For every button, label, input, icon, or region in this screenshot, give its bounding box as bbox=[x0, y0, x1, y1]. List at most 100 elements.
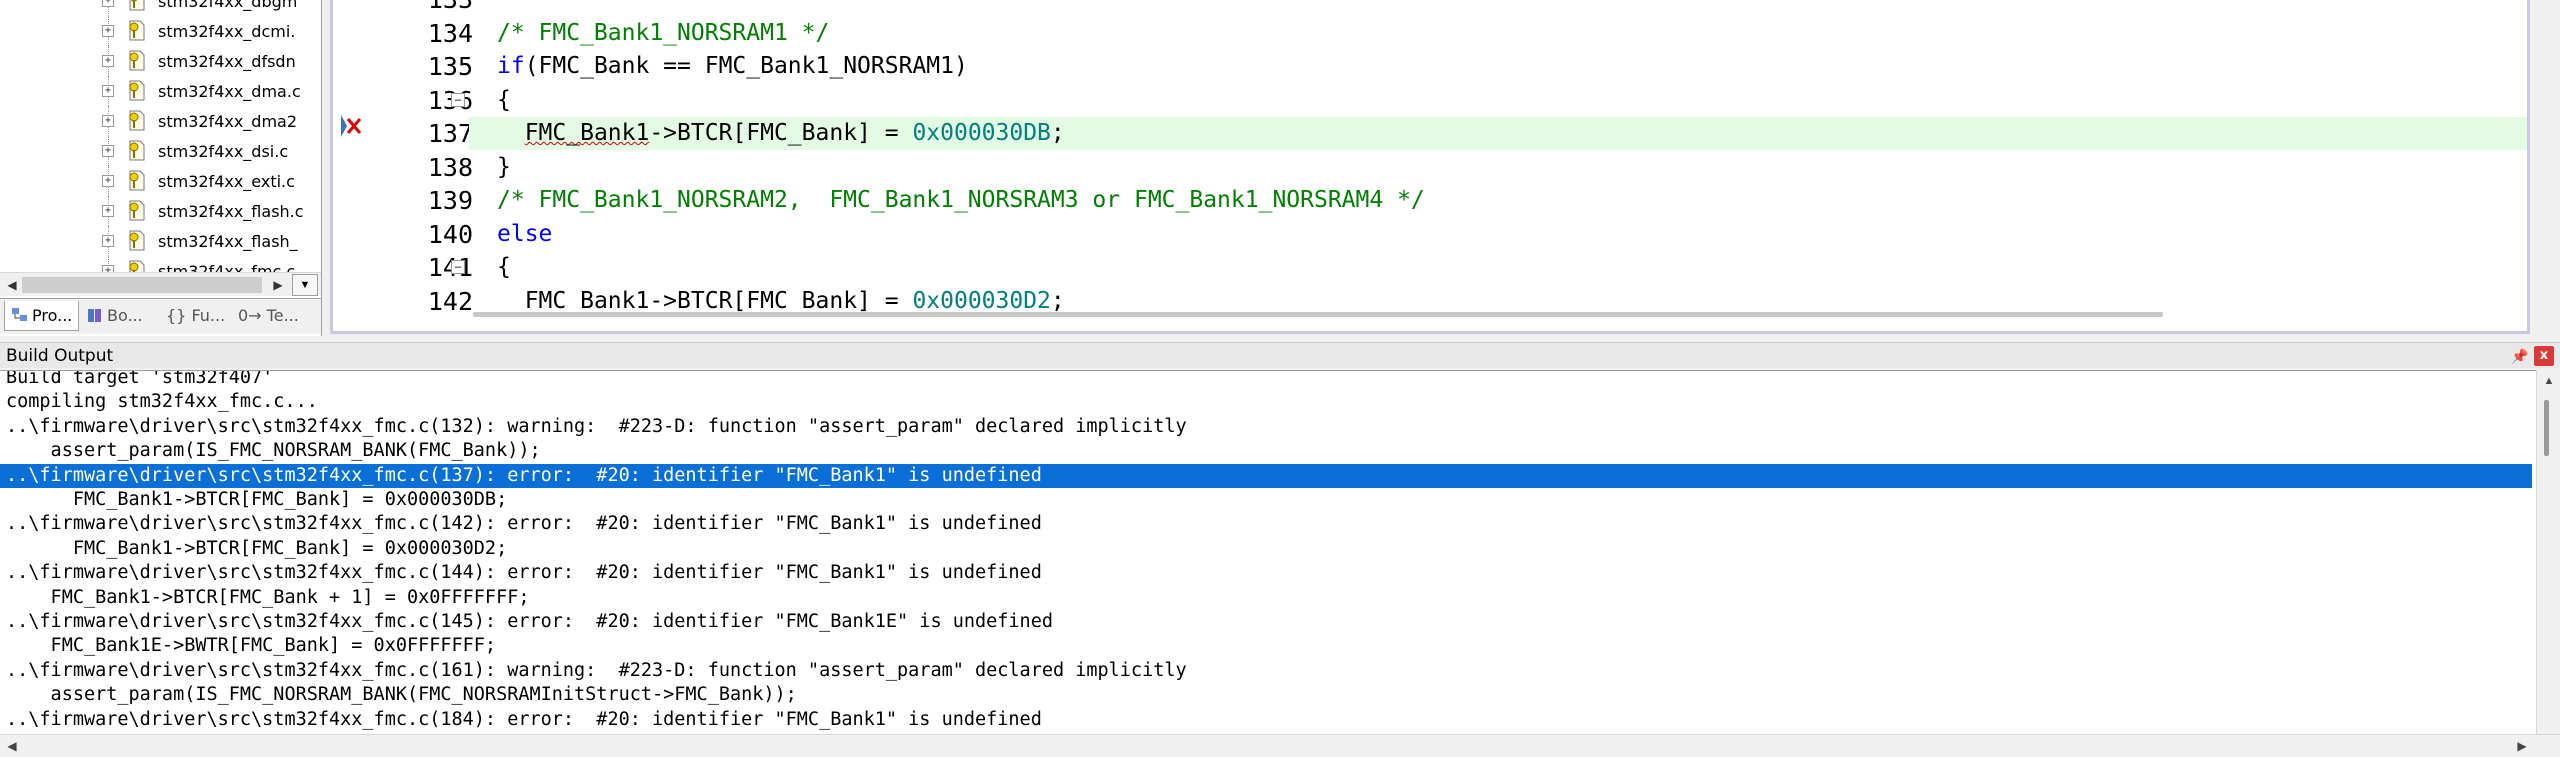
output-line[interactable]: FMC_Bank1->BTCR[FMC_Bank] = 0x000030DB; bbox=[0, 488, 2532, 512]
project-panel: + stm32f4xx_dbgm + stm32f4xx_dcmi. + stm32f4x… bbox=[0, 0, 322, 336]
selected-output-line[interactable]: ..\firmware\driver\src\stm32f4xx_fmc.c(1… bbox=[0, 463, 2532, 488]
code-token: { bbox=[497, 86, 511, 113]
code-text: /* FMC_Bank1_NORSRAM1 */ bbox=[469, 17, 2527, 50]
code-line[interactable]: 141−{ bbox=[333, 251, 2527, 284]
output-line[interactable]: compiling stm32f4xx_fmc.c... bbox=[0, 390, 2532, 414]
output-line[interactable]: FMC_Bank1->BTCR[FMC_Bank] = 0x000030D2; bbox=[0, 537, 2532, 561]
code-line[interactable]: 137 FMC_Bank1->BTCR[FMC_Bank] = 0x000030… bbox=[333, 117, 2527, 150]
tree-horizontal-scrollbar[interactable]: ◀ ▶ ▼ bbox=[0, 272, 321, 296]
code-text: else bbox=[469, 218, 2527, 251]
panel-tab-templates[interactable]: 0→ Te... bbox=[232, 301, 305, 331]
expand-icon[interactable]: + bbox=[102, 235, 114, 247]
line-number: 142 bbox=[427, 286, 473, 316]
code-text: } bbox=[469, 151, 2527, 184]
fold-collapse-icon[interactable]: − bbox=[451, 260, 465, 274]
code-line[interactable]: 139 /* FMC_Bank1_NORSRAM2, FMC_Bank1_NORS… bbox=[333, 184, 2527, 217]
code-token: FMC_Bank1 bbox=[524, 120, 650, 146]
expand-icon[interactable]: + bbox=[102, 175, 114, 187]
expand-icon[interactable]: + bbox=[102, 265, 114, 272]
tree-item[interactable]: + stm32f4xx_flash.c bbox=[0, 196, 321, 226]
code-token: { bbox=[497, 254, 511, 280]
code-token: if bbox=[497, 53, 525, 79]
scrollbar-thumb[interactable] bbox=[22, 277, 262, 293]
output-vertical-scrollbar[interactable]: ▲ bbox=[2536, 370, 2560, 734]
scrollbar-thumb[interactable] bbox=[473, 312, 2163, 317]
line-number: 134 bbox=[427, 18, 473, 48]
panel-tab-books[interactable]: Bo... bbox=[80, 301, 149, 331]
scroll-left-icon[interactable]: ◀ bbox=[2, 275, 22, 295]
tree-item[interactable]: + stm32f4xx_dcmi. bbox=[0, 16, 321, 46]
code-line[interactable]: 134 /* FMC_Bank1_NORSRAM1 */ bbox=[333, 17, 2527, 50]
tree-item[interactable]: + stm32f4xx_dma2 bbox=[0, 106, 321, 136]
output-line[interactable]: ..\firmware\driver\src\stm32f4xx_fmc.c(1… bbox=[0, 610, 2532, 634]
panel-tab-label: Bo... bbox=[107, 306, 143, 325]
panel-tab-functions[interactable]: {} Fu... bbox=[160, 301, 231, 331]
code-text: if(FMC_Bank == FMC_Bank1_NORSRAM1) bbox=[469, 50, 2527, 83]
output-line[interactable]: assert_param(IS_FMC_NORSRAM_BANK(FMC_Ban… bbox=[0, 439, 2532, 463]
code-text: { bbox=[469, 251, 2527, 284]
chevron-down-icon[interactable]: ▼ bbox=[292, 274, 318, 296]
output-line[interactable]: ..\firmware\driver\src\stm32f4xx_fmc.c(1… bbox=[0, 561, 2532, 585]
books-icon bbox=[88, 309, 101, 322]
output-horizontal-scrollbar[interactable]: ◀ ▶ bbox=[0, 734, 2560, 757]
scroll-up-icon[interactable]: ▲ bbox=[2539, 372, 2559, 390]
close-icon[interactable]: x bbox=[2534, 346, 2554, 366]
expand-icon[interactable]: + bbox=[102, 205, 114, 217]
tree-item[interactable]: + stm32f4xx_dma.c bbox=[0, 76, 321, 106]
code-line[interactable]: 138} bbox=[333, 151, 2527, 184]
output-line[interactable]: ..\firmware\driver\src\stm32f4xx_fmc.c(1… bbox=[0, 415, 2532, 439]
c-file-icon bbox=[129, 110, 145, 131]
scrollbar-thumb[interactable] bbox=[2544, 400, 2549, 456]
tree-item-label: stm32f4xx_fmc.c bbox=[158, 262, 296, 272]
error-marker-icon bbox=[341, 115, 362, 137]
pin-icon[interactable]: 📌 bbox=[2510, 346, 2530, 366]
c-file-icon bbox=[129, 0, 145, 11]
panel-tab-project[interactable]: Pro... bbox=[4, 301, 80, 331]
expand-icon[interactable]: + bbox=[102, 85, 114, 97]
output-line[interactable]: ..\firmware\driver\src\stm32f4xx_fmc.c(1… bbox=[0, 659, 2532, 683]
tree-item-label: stm32f4xx_dma.c bbox=[158, 82, 301, 101]
tree-item[interactable]: + stm32f4xx_dsi.c bbox=[0, 136, 321, 166]
build-output-log[interactable]: Build target 'stm32f407' compiling stm32f… bbox=[0, 370, 2560, 734]
panel-tab-label: {} Fu... bbox=[166, 306, 226, 325]
expand-icon[interactable]: + bbox=[102, 0, 114, 7]
output-line[interactable]: FMC_Bank1E->BWTR[FMC_Bank] = 0x0FFFFFFF; bbox=[0, 634, 2532, 658]
tree-item[interactable]: + stm32f4xx_dfsdn bbox=[0, 46, 321, 76]
tree-item[interactable]: + stm32f4xx_dbgm bbox=[0, 0, 321, 16]
panel-tab-label: 0→ Te... bbox=[238, 306, 299, 325]
scroll-right-icon[interactable]: ▶ bbox=[268, 275, 288, 295]
code-text: { bbox=[469, 84, 2527, 117]
code-line[interactable]: 135 if(FMC_Bank == FMC_Bank1_NORSRAM1) bbox=[333, 50, 2527, 83]
line-number: 137 bbox=[427, 119, 473, 148]
expand-icon[interactable]: + bbox=[102, 25, 114, 37]
code-editor[interactable]: 133134/* FMC_Bank1_NORSRAM1 */135if(FMC_… bbox=[330, 0, 2530, 334]
output-line[interactable]: Build target 'stm32f407' bbox=[0, 371, 2532, 390]
expand-icon[interactable]: + bbox=[102, 115, 114, 127]
code-token: 0x000030DB bbox=[912, 120, 1051, 146]
code-token: else bbox=[497, 220, 553, 247]
output-line[interactable]: ..\firmware\driver\src\stm32f4xx_fmc.c(1… bbox=[0, 512, 2532, 536]
code-line[interactable]: 133 bbox=[333, 0, 2527, 16]
code-line[interactable]: 140 else bbox=[333, 218, 2527, 251]
tree-item-label: stm32f4xx_dsi.c bbox=[158, 142, 289, 161]
output-line[interactable]: assert_param(IS_FMC_NORSRAM_BANK(FMC_NOR… bbox=[0, 683, 2532, 707]
code-line[interactable]: 136−{ bbox=[333, 84, 2527, 117]
line-number: 133 bbox=[353, 0, 473, 16]
code-token: /* FMC_Bank1_NORSRAM2, FMC_Bank1_NORSRAM… bbox=[497, 187, 1425, 213]
expand-icon[interactable]: + bbox=[102, 145, 114, 157]
fold-collapse-icon[interactable]: − bbox=[451, 92, 465, 107]
tree-item[interactable]: + stm32f4xx_exti.c bbox=[0, 166, 321, 196]
expand-icon[interactable]: + bbox=[102, 55, 114, 67]
code-token: (FMC_Bank == FMC_Bank1_NORSRAM1) bbox=[524, 53, 968, 79]
tree-item-label: stm32f4xx_dcmi. bbox=[158, 22, 296, 41]
scroll-left-icon[interactable]: ◀ bbox=[2, 736, 22, 756]
tree-item[interactable]: + stm32f4xx_flash_ bbox=[0, 226, 321, 256]
output-line[interactable]: ..\firmware\driver\src\stm32f4xx_fmc.c(1… bbox=[0, 708, 2532, 732]
editor-horizontal-scrollbar[interactable] bbox=[473, 302, 2527, 328]
tree-item[interactable]: + stm32f4xx_fmc.c bbox=[0, 256, 321, 272]
line-number: 139 bbox=[427, 186, 473, 215]
project-tree[interactable]: + stm32f4xx_dbgm + stm32f4xx_dcmi. + stm32f4x… bbox=[0, 0, 321, 272]
output-line[interactable]: FMC_Bank1->BTCR[FMC_Bank + 1] = 0x0FFFFF… bbox=[0, 586, 2532, 610]
scroll-right-icon[interactable]: ▶ bbox=[2512, 736, 2532, 756]
